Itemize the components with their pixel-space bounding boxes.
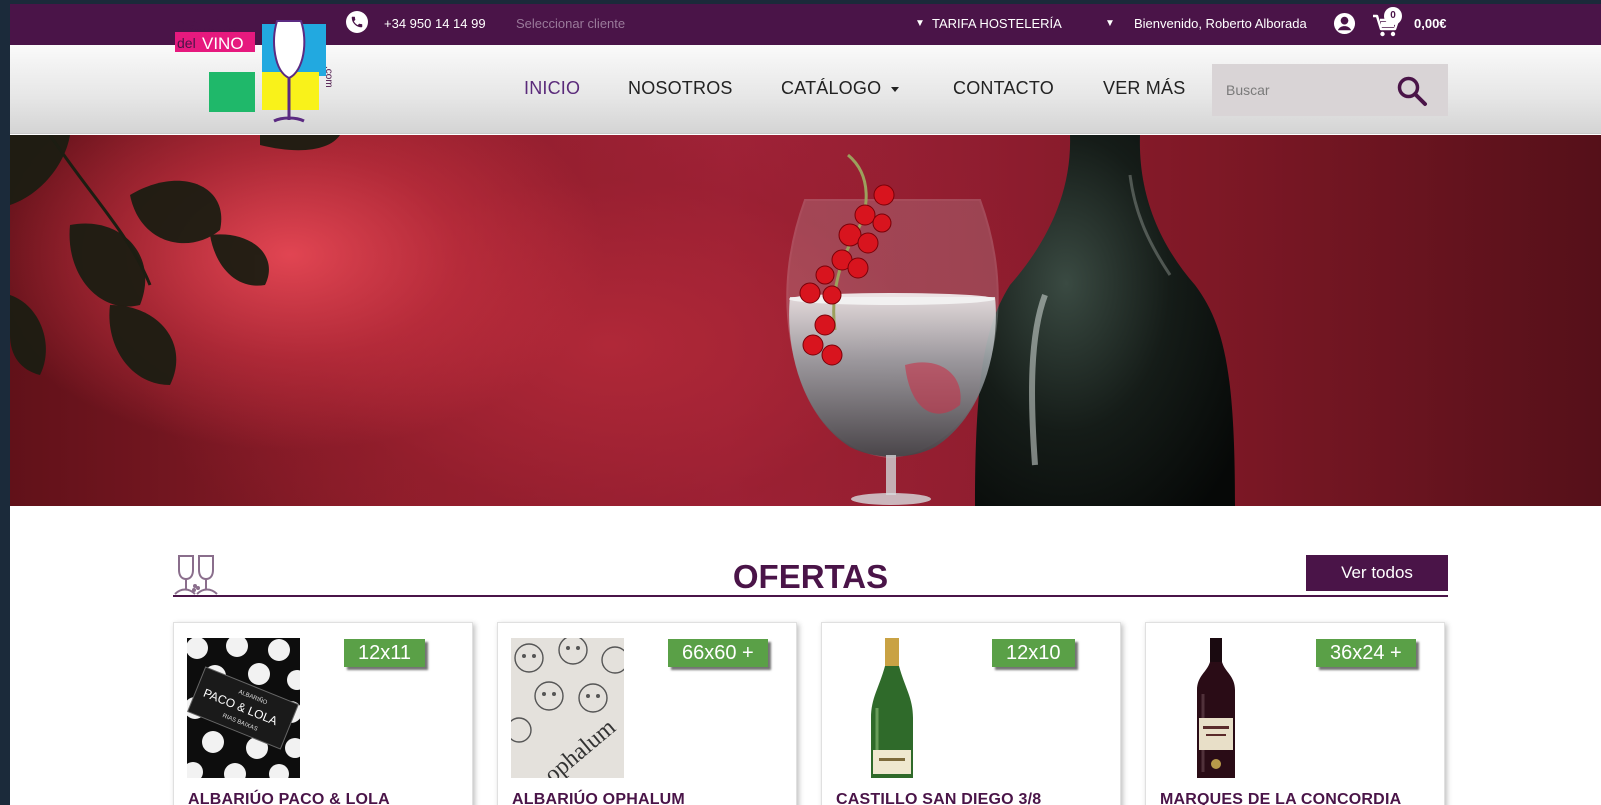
product-card[interactable]: 36x24 + MARQUES DE LA CONCORDIA bbox=[1145, 622, 1445, 805]
logo-text-vino: VINO bbox=[202, 34, 244, 53]
hero-banner[interactable] bbox=[10, 135, 1601, 506]
select-client-link[interactable]: Seleccionar cliente bbox=[516, 16, 625, 31]
search-icon[interactable] bbox=[1396, 75, 1428, 107]
search-input[interactable] bbox=[1212, 64, 1392, 116]
cart-count-badge: 0 bbox=[1384, 7, 1402, 25]
nav-item-catalogo-label: CATÁLOGO bbox=[781, 78, 882, 98]
page: +34 950 14 14 99 Seleccionar cliente ▼ T… bbox=[10, 4, 1601, 805]
product-name[interactable]: CASTILLO SAN DIEGO 3/8 bbox=[836, 791, 1041, 805]
nav-item-contacto[interactable]: CONTACTO bbox=[953, 78, 1054, 99]
nav-item-ver-mas[interactable]: VER MÁS bbox=[1103, 78, 1185, 99]
logo-text-com: .com bbox=[323, 66, 334, 88]
chevron-down-icon bbox=[891, 87, 900, 93]
phone-icon bbox=[346, 11, 368, 33]
product-card[interactable]: 12x10 CASTILLO SAN DIEGO 3/8 bbox=[821, 622, 1121, 805]
nav-item-nosotros[interactable]: NOSOTROS bbox=[628, 78, 733, 99]
product-image-ophalum[interactable]: ophalum bbox=[511, 638, 624, 778]
phone-number: +34 950 14 14 99 bbox=[384, 16, 486, 31]
hero-wine-image bbox=[10, 135, 1235, 506]
label-brand-text: ophalum bbox=[540, 714, 621, 778]
offer-badge: 36x24 + bbox=[1316, 639, 1416, 667]
offer-badge: 12x11 bbox=[344, 639, 426, 667]
tariff-selector[interactable]: TARIFA HOSTELERÍA bbox=[932, 16, 1062, 31]
offer-badge: 12x10 bbox=[992, 639, 1075, 667]
nav-item-catalogo[interactable]: CATÁLOGO bbox=[781, 78, 900, 99]
logo-text-del: del bbox=[177, 35, 196, 51]
product-image-castillo-san-diego[interactable] bbox=[835, 638, 948, 778]
product-name[interactable]: MARQUES DE LA CONCORDIA bbox=[1160, 791, 1401, 805]
section-divider bbox=[173, 595, 1448, 597]
welcome-user-menu[interactable]: Bienvenido, Roberto Alborada bbox=[1134, 16, 1307, 31]
product-card[interactable]: ALBARIÑO PACO & LOLA RIAS BAIXAS 12x11 A… bbox=[173, 622, 473, 805]
site-logo[interactable]: claustro del VINO .com bbox=[174, 16, 346, 126]
product-card[interactable]: ophalum 66x60 + ALBARIÚO OPHALUM bbox=[497, 622, 797, 805]
product-image-marques-concordia[interactable] bbox=[1159, 638, 1272, 778]
tariff-caret-icon[interactable]: ▼ bbox=[915, 18, 925, 29]
logo-text-claustro: claustro bbox=[176, 16, 236, 35]
ver-todos-button[interactable]: Ver todos bbox=[1306, 555, 1448, 591]
cart-total[interactable]: 0,00€ bbox=[1414, 16, 1447, 31]
product-name[interactable]: ALBARIÚO PACO & LOLA bbox=[188, 791, 390, 805]
product-name[interactable]: ALBARIÚO OPHALUM bbox=[512, 791, 685, 805]
product-image-paco-lola[interactable]: ALBARIÑO PACO & LOLA RIAS BAIXAS bbox=[187, 638, 300, 778]
user-caret-icon[interactable]: ▼ bbox=[1105, 18, 1115, 29]
offer-badge: 66x60 + bbox=[668, 639, 768, 667]
nav-item-inicio[interactable]: INICIO bbox=[524, 78, 580, 99]
user-icon[interactable] bbox=[1333, 12, 1356, 35]
